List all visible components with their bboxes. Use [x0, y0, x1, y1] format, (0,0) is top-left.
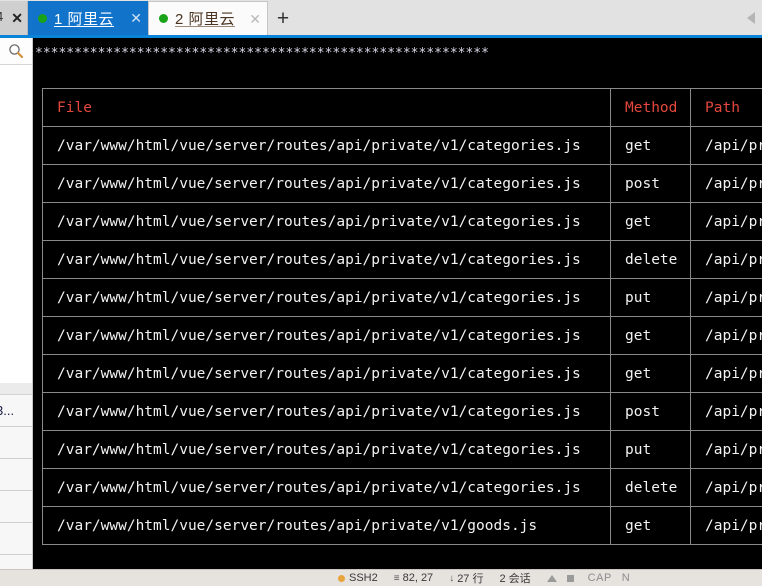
table-row: /var/www/html/vue/server/routes/api/priv… [42, 468, 762, 507]
api-route-table-body: /var/www/html/vue/server/routes/api/priv… [42, 126, 762, 545]
cell-method: get [610, 316, 691, 355]
columns-icon: ≡ [393, 572, 400, 584]
cell-method: post [610, 392, 691, 431]
cell-method: put [610, 278, 691, 317]
new-tab-button[interactable]: + [268, 1, 298, 35]
column-header-file: File [42, 88, 611, 127]
search-icon [9, 44, 24, 59]
close-icon[interactable]: ✕ [11, 11, 23, 25]
status-session[interactable]: SSH2 [338, 572, 378, 584]
cell-path: /api/pr [690, 392, 762, 431]
cell-file: /var/www/html/vue/server/routes/api/priv… [42, 354, 611, 393]
cell-method: get [610, 202, 691, 241]
tab-2-label: 2 阿里云 [175, 11, 236, 28]
sidebar-list-item-3[interactable] [0, 491, 32, 523]
tab-bar-spacer [298, 1, 740, 35]
cell-file: /var/www/html/vue/server/routes/api/priv… [42, 392, 611, 431]
column-header-method: Method [610, 88, 691, 127]
cell-path: /api/pr [690, 354, 762, 393]
sidebar-list-item-4[interactable] [0, 523, 32, 555]
sidebar-divider [0, 383, 32, 395]
table-row: /var/www/html/vue/server/routes/api/priv… [42, 164, 762, 203]
close-icon[interactable]: ✕ [130, 11, 142, 25]
cell-file: /var/www/html/vue/server/routes/api/priv… [42, 126, 611, 165]
status-caps-lock: CAP [587, 572, 612, 584]
terminal-app-window: 4 ✕ 1 阿里云 ✕ 2 阿里云 ✕ + 3 [0, 0, 762, 586]
table-row: /var/www/html/vue/server/routes/api/priv… [42, 126, 762, 165]
cell-path: /api/pr [690, 468, 762, 507]
table-header-row: File Method Path [42, 88, 762, 127]
cell-path: /api/pr [690, 316, 762, 355]
left-sidebar: 3... [0, 38, 33, 586]
api-route-table-wrapper: File Method Path /var/www/html/vue/serve… [42, 88, 762, 545]
sidebar-list-item-label: 3... [0, 403, 15, 418]
column-header-path: Path [690, 88, 762, 127]
cell-method: get [610, 126, 691, 165]
cell-file: /var/www/html/vue/server/routes/api/priv… [42, 278, 611, 317]
terminal-separator-line: ****************************************… [35, 46, 489, 61]
sidebar-content-area [0, 65, 32, 383]
table-row: /var/www/html/vue/server/routes/api/priv… [42, 316, 762, 355]
tab-2[interactable]: 2 阿里云 ✕ [148, 1, 268, 35]
cell-path: /api/pr [690, 202, 762, 241]
tab-partial-previous[interactable]: 4 ✕ [0, 1, 28, 35]
status-row-value: 27 行 [457, 573, 484, 585]
cell-path: /api/pr [690, 164, 762, 203]
cell-method: get [610, 354, 691, 393]
table-row: /var/www/html/vue/server/routes/api/priv… [42, 506, 762, 545]
terminal-output-pane[interactable]: ****************************************… [33, 41, 762, 569]
sidebar-list-item-2[interactable] [0, 459, 32, 491]
sidebar-list-item-1[interactable] [0, 427, 32, 459]
status-num-lock: N [621, 572, 631, 584]
status-session-label: SSH2 [349, 572, 378, 584]
cell-path: /api/pr [690, 506, 762, 545]
close-icon[interactable]: ✕ [249, 12, 261, 26]
cell-path: /api/pr [690, 126, 762, 165]
status-dot-icon [38, 13, 47, 23]
cell-method: get [610, 506, 691, 545]
tab-1[interactable]: 1 阿里云 ✕ [28, 1, 148, 35]
status-cursor-position: ≡ 82, 27 [394, 572, 433, 584]
table-row: /var/www/html/vue/server/routes/api/priv… [42, 240, 762, 279]
table-row: /var/www/html/vue/server/routes/api/priv… [42, 354, 762, 393]
cell-file: /var/www/html/vue/server/routes/api/priv… [42, 164, 611, 203]
cell-method: post [610, 164, 691, 203]
status-session-count-label: 2 会话 [499, 573, 531, 585]
table-row: /var/www/html/vue/server/routes/api/priv… [42, 392, 762, 431]
cell-path: /api/pr [690, 430, 762, 469]
status-bar: SSH2 ≡ 82, 27 ↓ 27 行 2 会话 CAP N [0, 569, 762, 586]
cell-file: /var/www/html/vue/server/routes/api/priv… [42, 316, 611, 355]
tab-scroll-left-button[interactable] [740, 1, 762, 35]
chevron-left-icon [747, 12, 755, 24]
tab-1-label: 1 阿里云 [54, 10, 115, 28]
session-status-dot-icon [338, 574, 345, 582]
download-indicator-icon [566, 574, 574, 582]
cell-file: /var/www/html/vue/server/routes/api/priv… [42, 430, 611, 469]
table-row: /var/www/html/vue/server/routes/api/priv… [42, 278, 762, 317]
cell-path: /api/pr [690, 278, 762, 317]
sidebar-search-button[interactable] [0, 38, 32, 65]
status-cursor-value: 82, 27 [402, 572, 434, 584]
rows-icon: ↓ [449, 572, 455, 584]
cell-method: delete [610, 468, 691, 507]
cell-file: /var/www/html/vue/server/routes/api/priv… [42, 202, 611, 241]
status-dot-icon [159, 14, 168, 23]
tab-partial-label: 4 [0, 9, 3, 24]
cell-file: /var/www/html/vue/server/routes/api/priv… [42, 506, 611, 545]
tab-bar: 4 ✕ 1 阿里云 ✕ 2 阿里云 ✕ + [0, 0, 762, 38]
cell-path: /api/pr [690, 240, 762, 279]
api-route-table: File Method Path /var/www/html/vue/serve… [42, 88, 762, 545]
sidebar-list-item-0[interactable]: 3... [0, 395, 32, 427]
table-row: /var/www/html/vue/server/routes/api/priv… [42, 430, 762, 469]
cell-file: /var/www/html/vue/server/routes/api/priv… [42, 240, 611, 279]
status-session-count: 2 会话 [499, 570, 530, 586]
cell-file: /var/www/html/vue/server/routes/api/priv… [42, 468, 611, 507]
status-row-count: ↓ 27 行 [449, 570, 483, 586]
cell-method: delete [610, 240, 691, 279]
cell-method: put [610, 430, 691, 469]
upload-indicator-icon [546, 574, 557, 582]
api-route-table-head: File Method Path [42, 88, 762, 127]
table-row: /var/www/html/vue/server/routes/api/priv… [42, 202, 762, 241]
